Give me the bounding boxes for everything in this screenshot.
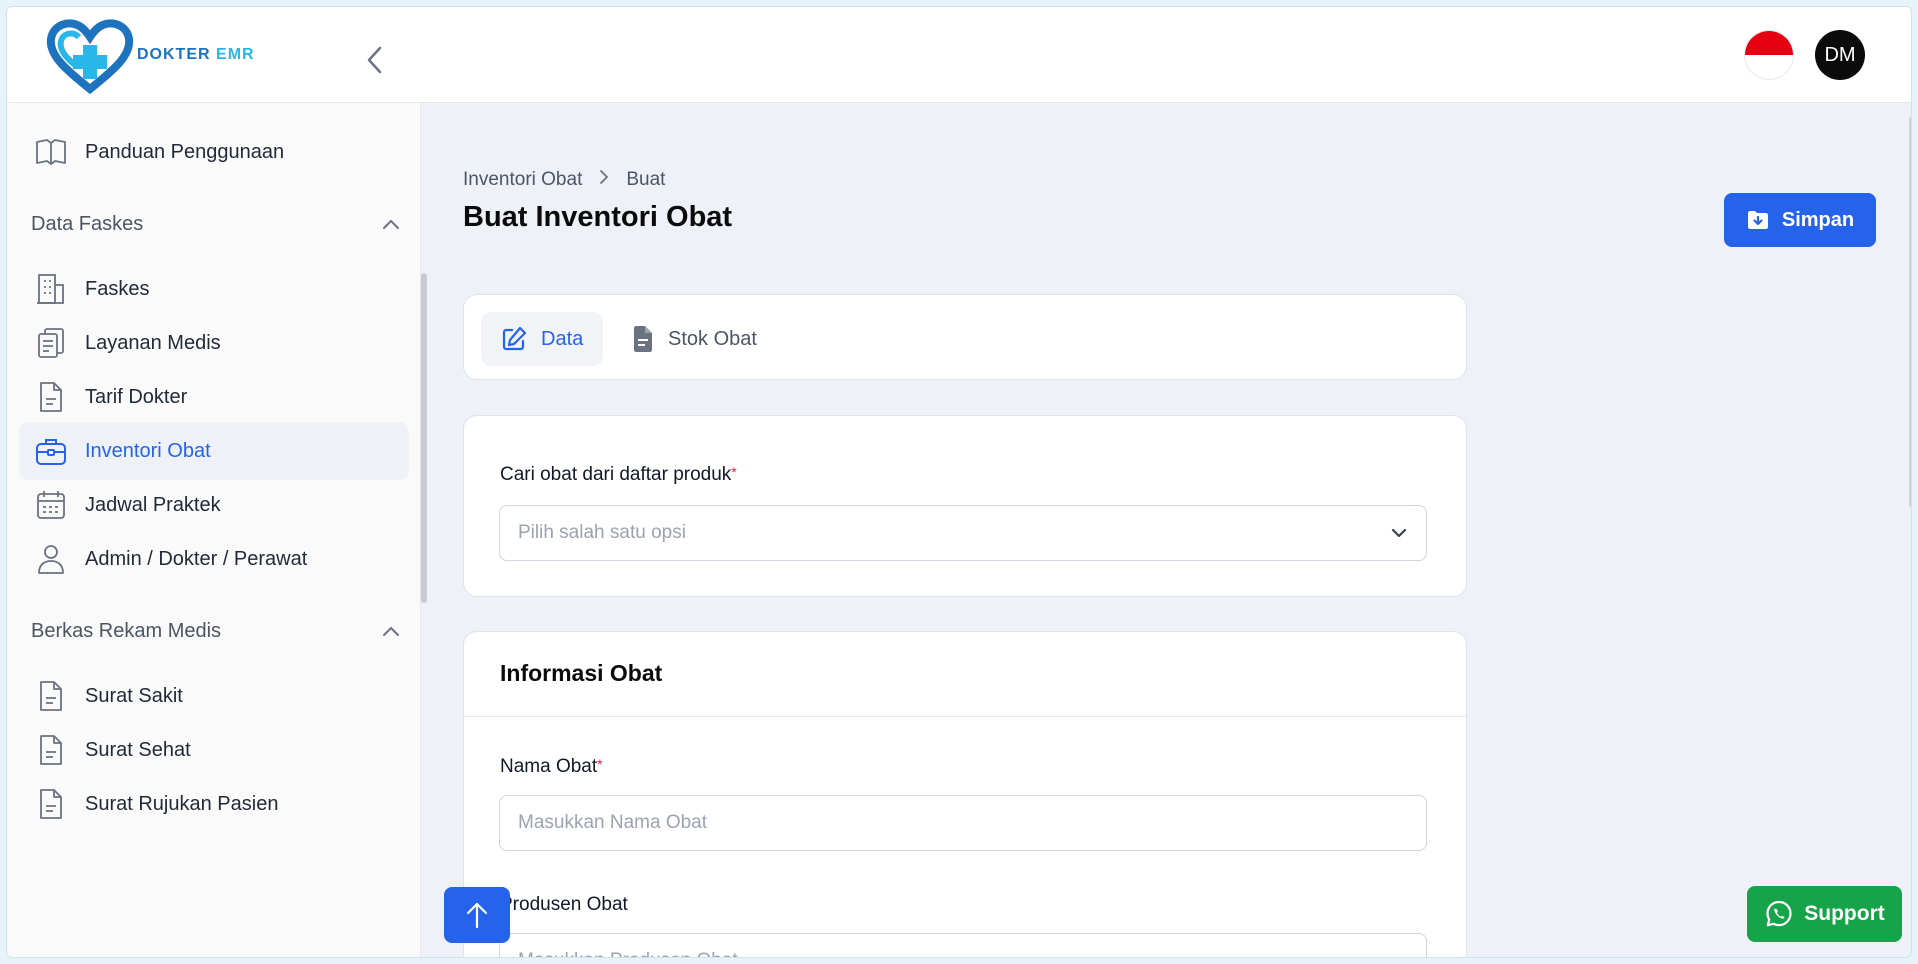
file-icon [634,326,652,352]
page-title: Buat Inventori Obat [463,201,733,233]
product-select[interactable]: Pilih salah satu opsi [499,505,1427,561]
sidebar-item-jadwal-praktek[interactable]: Jadwal Praktek [19,476,409,534]
drug-name-placeholder: Masukkan Nama Obat [518,812,708,833]
sidebar: Panduan Penggunaan Data Faskes Faskes La… [7,103,421,957]
sidebar-scrollbar[interactable] [421,273,427,603]
product-search-card: Cari obat dari daftar produk* Pilih sala… [463,415,1467,597]
briefcase-icon [31,431,71,471]
drug-manufacturer-placeholder: Masukkan Produsen Obat [518,950,738,957]
sidebar-item-label: Tarif Dokter [85,385,188,408]
breadcrumb-current: Buat [626,169,666,190]
brand-name: DOKTER EMR [137,46,255,64]
sidebar-item-admin-dokter-perawat[interactable]: Admin / Dokter / Perawat [19,530,409,588]
sidebar-item-label: Inventori Obat [85,439,211,462]
sidebar-item-surat-sakit[interactable]: Surat Sakit [19,667,409,725]
product-select-placeholder: Pilih salah satu opsi [518,522,686,543]
whatsapp-icon [1766,900,1792,927]
main-scrollbar[interactable] [1909,117,1911,507]
sidebar-item-label: Surat Sehat [85,738,191,761]
sidebar-item-surat-sehat[interactable]: Surat Sehat [19,721,409,779]
document-icon [31,784,71,824]
tab-data[interactable]: Data [481,312,604,366]
product-search-label-text: Cari obat dari daftar produk [500,464,732,485]
support-label: Support [1804,902,1885,925]
sidebar-item-label: Faskes [85,277,150,300]
breadcrumb-parent-link[interactable]: Inventori Obat [463,169,582,191]
product-search-label: Cari obat dari daftar produk* [500,464,737,486]
document-icon [31,730,71,770]
divider [464,716,1466,717]
brand-name-accent: EMR [216,46,255,63]
document-icon [31,377,71,417]
tab-label: Data [541,327,584,350]
language-flag-button[interactable] [1744,30,1794,80]
clipboard-icon [31,323,71,363]
breadcrumb: Inventori Obat Buat [463,169,665,191]
required-mark: * [731,464,737,480]
sidebar-item-faskes[interactable]: Faskes [19,260,409,318]
brand-name-main: DOKTER [137,46,211,63]
sidebar-group-label: Berkas Rekam Medis [31,619,222,642]
sidebar-group-data-faskes[interactable]: Data Faskes [31,209,401,239]
edit-icon [502,326,527,351]
sidebar-item-label: Jadwal Praktek [85,493,221,516]
sidebar-item-label: Surat Rujukan Pasien [85,792,279,815]
sidebar-item-tarif-dokter[interactable]: Tarif Dokter [19,368,409,426]
drug-manufacturer-label: Produsen Obat [500,894,628,916]
chevron-up-icon [383,626,399,636]
chevron-left-icon [367,46,382,74]
drug-name-input[interactable]: Masukkan Nama Obat [499,795,1427,851]
drug-info-card: Informasi Obat Nama Obat* Masukkan Nama … [463,631,1467,957]
sidebar-item-layanan-medis[interactable]: Layanan Medis [19,314,409,372]
scroll-to-top-button[interactable] [444,887,510,943]
sidebar-item-panduan[interactable]: Panduan Penggunaan [19,123,409,181]
calendar-icon [31,485,71,525]
chevron-up-icon [383,219,399,229]
sidebar-item-label: Panduan Penggunaan [85,140,285,163]
collapse-sidebar-button[interactable] [361,43,389,77]
avatar[interactable]: DM [1815,30,1865,80]
support-button[interactable]: Support [1747,886,1902,942]
app-window: DOKTER EMR DM Panduan Penggunaan Data Fa… [6,6,1912,958]
document-icon [31,676,71,716]
sidebar-item-label: Layanan Medis [85,331,221,354]
save-button-label: Simpan [1781,208,1855,231]
sidebar-item-inventori-obat[interactable]: Inventori Obat [19,422,409,480]
logo-icon[interactable] [45,17,135,97]
user-icon [31,539,71,579]
arrow-up-icon [466,902,488,929]
chevron-down-icon [1391,528,1407,538]
building-icon [31,269,71,309]
sidebar-group-label: Data Faskes [31,212,144,235]
book-icon [31,132,71,172]
drug-name-label-text: Nama Obat [500,756,598,777]
drug-manufacturer-input[interactable]: Masukkan Produsen Obat [499,933,1427,957]
required-mark: * [597,756,603,772]
tabs-card: Data Stok Obat [463,294,1467,380]
drug-info-title: Informasi Obat [500,660,663,686]
sidebar-item-surat-rujukan-pasien[interactable]: Surat Rujukan Pasien [19,775,409,833]
indonesia-flag-icon [1745,31,1793,55]
tab-stok-obat[interactable]: Stok Obat [612,312,777,366]
sidebar-item-label: Surat Sakit [85,684,183,707]
chevron-right-icon [598,169,610,191]
drug-name-label: Nama Obat* [500,756,603,778]
folder-download-icon [1747,211,1768,229]
tab-label: Stok Obat [668,327,757,350]
save-button[interactable]: Simpan [1724,193,1876,247]
sidebar-item-label: Admin / Dokter / Perawat [85,547,308,570]
drug-manufacturer-label-text: Produsen Obat [500,894,628,915]
top-bar: DOKTER EMR DM [7,7,1911,103]
sidebar-group-berkas-rekam-medis[interactable]: Berkas Rekam Medis [31,616,401,646]
